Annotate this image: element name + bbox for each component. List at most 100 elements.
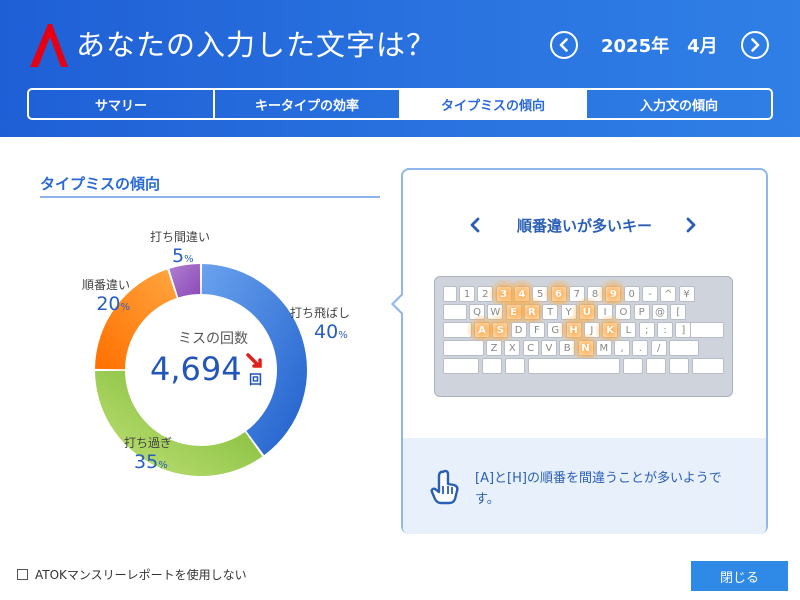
tab-input-sentence-tendency[interactable]: 入力文の傾向 [587,90,771,118]
key-N: N [570,333,601,363]
key-J: J [583,322,600,338]
key-:: : [657,322,673,338]
label-wrong: 打ち間違い 5% [150,228,210,267]
tab-typo-tendency[interactable]: タイプミスの傾向 [401,90,587,118]
key-ctrl [443,358,479,374]
key-K: K [595,315,626,345]
miss-count-label: ミスの回数 [178,331,248,347]
key-2: 2 [477,286,494,302]
keyboard-heatmap: 1 2 3 4 5 6 7 8 9 0- ^ ¥ Q W E R T Y U I O P @[A S D F G H J K L;:] Z X C… [434,276,733,397]
label-wrong-name: 打ち間違い [150,230,211,244]
key-R: R [516,297,547,327]
key-Y: Y [560,304,577,320]
label-extra-pct: 35 [134,451,159,473]
key-/: / [650,340,667,356]
key-8: 8 [587,286,604,302]
label-skip: 打ち飛ばし 40% [290,304,350,343]
label-order-pct: 20 [96,293,121,315]
close-button[interactable]: 閉じる [691,561,788,591]
label-order: 順番違い 20% [82,276,130,315]
label-extra-unit: % [158,460,168,471]
miss-count-unit: 回 [249,373,263,388]
key-V: V [540,340,557,356]
label-order-unit: % [120,302,131,313]
key-0: 0 [623,286,640,302]
key-fn5 [669,358,689,374]
key-C: C [522,340,539,356]
key-¥: ¥ [678,286,695,302]
key-X: X [504,340,521,356]
key-blank [443,304,467,320]
key-Q: Q [469,304,485,320]
key-@: @ [652,304,668,320]
key-7: 7 [568,286,585,302]
label-wrong-pct: 5 [172,245,185,267]
next-detail-button[interactable] [681,214,701,236]
label-wrong-unit: % [184,254,194,265]
key-blank [443,286,457,302]
detail-header: 順番違いが多いキー [403,210,766,240]
key-F: F [528,322,545,338]
key--: - [642,286,658,302]
month-navigation: 2025年 4月 [550,28,769,62]
key-U: U [571,297,602,327]
tip-area: [A]と[H]の順番を間違うことが多いようです。 [403,438,766,534]
key-B: B [559,340,576,356]
key-4: 4 [506,279,537,309]
key-H: H [558,315,589,345]
key-fn1 [482,358,502,374]
key-fn6 [692,358,724,374]
key-O: O [615,304,632,320]
key-W: W [487,304,504,320]
chevron-right-icon [686,217,696,233]
key-S: S [485,315,516,345]
detail-title: 順番違いが多いキー [516,216,652,235]
key-Z: Z [486,340,502,356]
key-E: E [498,297,529,327]
key-A: A [467,315,497,345]
chevron-left-icon [559,38,568,52]
key-[: [ [670,304,687,320]
key-fn2 [505,358,525,374]
key-space [528,358,620,374]
key-6: 6 [543,279,574,309]
label-skip-unit: % [338,330,348,341]
label-skip-name: 打ち飛ばし [290,306,351,320]
disable-report-checkbox[interactable] [17,569,28,580]
detail-panel: 順番違いが多いキー 1 2 3 4 5 6 7 8 9 0- ^ ¥ Q W E R T Y U I O P @[A S D F G… [401,168,768,534]
key-L: L [620,322,637,338]
disable-report-label: ATOKマンスリーレポートを使用しない [35,568,247,582]
panel-pointer-inner [394,295,403,313]
label-order-name: 順番違い [82,278,131,292]
prev-month-button[interactable] [550,31,578,59]
current-month: 2025年 4月 [601,36,718,57]
key-;: ; [638,322,655,338]
key-5: 5 [532,286,549,302]
key-blank [669,340,699,356]
key-,: , [614,340,631,356]
disable-report-option[interactable]: ATOKマンスリーレポートを使用しない [17,566,247,583]
key-fn4 [646,358,666,374]
label-extra: 打ち過ぎ 35% [124,434,172,473]
miss-count-value: 4,694 [150,350,242,388]
key-^: ^ [660,286,677,302]
next-month-button[interactable] [740,31,769,59]
key-blank [443,340,484,356]
tip-text: [A]と[H]の順番を間違うことが多いようです。 [475,471,722,507]
key-T: T [542,304,559,320]
key-G: G [547,322,564,338]
pointing-hand-icon [430,469,459,505]
key-]: ] [675,322,692,338]
key-I: I [597,304,614,320]
key-M: M [595,340,612,356]
label-skip-pct: 40 [314,321,339,343]
typo-donut-chart [95,264,307,476]
key-3: 3 [488,279,519,309]
key-D: D [510,322,527,338]
chevron-right-icon [750,38,759,52]
key-fn3 [623,358,643,374]
label-extra-name: 打ち過ぎ [124,436,173,450]
key-.: . [632,340,649,356]
key-1: 1 [459,286,475,302]
key-9: 9 [598,279,629,309]
